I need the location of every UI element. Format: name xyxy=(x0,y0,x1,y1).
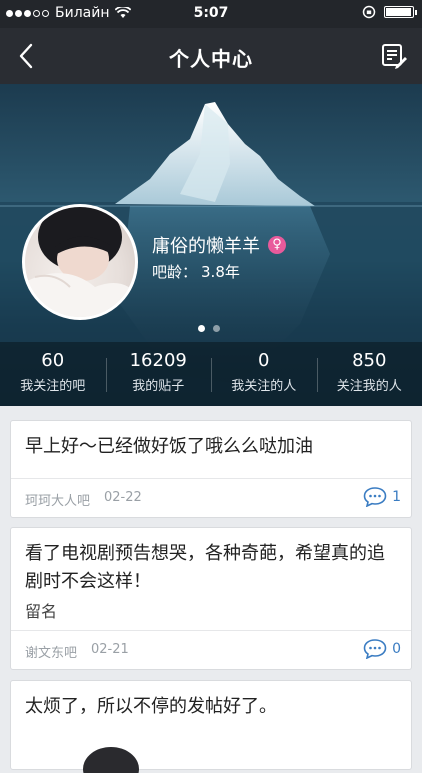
post-card[interactable]: 看了电视剧预告想哭，各种奇葩，希望真的追剧时不会这样！ 留名 谢文东吧 02-2… xyxy=(10,527,412,670)
bar-age: 吧龄： 3.8年 xyxy=(152,261,240,282)
profile-username: 庸俗的懒羊羊 ♀ xyxy=(152,232,286,258)
post-content: 太烦了，所以不停的发帖好了。 xyxy=(11,681,411,721)
post-bar-name[interactable]: 珂珂大人吧 xyxy=(25,490,90,509)
post-image-thumbnail xyxy=(71,733,191,773)
comment-button[interactable]: 1 xyxy=(363,487,401,507)
stats-bar: 60 我关注的吧 16209 我的贴子 0 我关注的人 850 关注我的人 xyxy=(0,342,422,406)
pager-dot[interactable] xyxy=(213,325,220,332)
post-footer: 谢文东吧 02-21 0 xyxy=(11,630,411,669)
battery-icon xyxy=(384,6,414,18)
post-bar-name[interactable]: 谢文东吧 xyxy=(25,642,77,661)
stat-my-posts[interactable]: 16209 我的贴子 xyxy=(106,342,212,406)
pager-dot-active[interactable] xyxy=(198,325,205,332)
rotation-lock-icon xyxy=(362,5,376,19)
stat-value: 16209 xyxy=(106,350,212,371)
post-date: 02-21 xyxy=(91,642,129,661)
comment-count: 1 xyxy=(392,489,401,505)
avatar-photo xyxy=(25,207,135,317)
post-meta: 珂珂大人吧 02-22 xyxy=(25,490,142,509)
bar-age-label: 吧龄： xyxy=(152,261,197,282)
comment-bubble-icon xyxy=(363,487,387,507)
stat-label: 我关注的人 xyxy=(211,375,317,394)
stat-label: 我关注的吧 xyxy=(0,375,106,394)
username-text: 庸俗的懒羊羊 xyxy=(152,232,260,258)
stat-value: 850 xyxy=(317,350,422,371)
page-title: 个人中心 xyxy=(0,43,422,72)
status-time: 5:07 xyxy=(0,5,422,21)
post-date: 02-22 xyxy=(104,490,142,509)
post-content: 看了电视剧预告想哭，各种奇葩，希望真的追剧时不会这样！ xyxy=(11,528,411,596)
post-card[interactable]: 早上好～已经做好饭了哦么么哒加油 珂珂大人吧 02-22 1 xyxy=(10,420,412,518)
post-content: 早上好～已经做好饭了哦么么哒加油 xyxy=(11,421,411,461)
female-icon: ♀ xyxy=(268,236,286,254)
post-card[interactable]: 太烦了，所以不停的发帖好了。 xyxy=(10,680,412,770)
status-bar: Билайн 5:07 xyxy=(0,0,422,28)
stat-followed-bars[interactable]: 60 我关注的吧 xyxy=(0,342,106,406)
status-right xyxy=(362,5,414,19)
post-footer: 珂珂大人吧 02-22 1 xyxy=(11,478,411,517)
edit-note-icon[interactable] xyxy=(380,42,408,70)
stat-followers[interactable]: 850 关注我的人 xyxy=(317,342,422,406)
stat-following[interactable]: 0 我关注的人 xyxy=(211,342,317,406)
stat-label: 关注我的人 xyxy=(317,375,422,394)
post-extra-text: 留名 xyxy=(11,596,411,622)
stat-label: 我的贴子 xyxy=(106,375,212,394)
stat-value: 60 xyxy=(0,350,106,371)
bar-age-value: 3.8年 xyxy=(201,261,240,282)
comment-bubble-icon xyxy=(363,639,387,659)
comment-button[interactable]: 0 xyxy=(363,639,401,659)
profile-header: 庸俗的懒羊羊 ♀ 吧龄： 3.8年 60 我关注的吧 16209 我的贴子 0 … xyxy=(0,84,422,406)
nav-bar: 个人中心 xyxy=(0,28,422,84)
post-meta: 谢文东吧 02-21 xyxy=(25,642,129,661)
carousel-pager xyxy=(198,325,220,332)
stat-value: 0 xyxy=(211,350,317,371)
comment-count: 0 xyxy=(392,641,401,657)
avatar[interactable] xyxy=(22,204,138,320)
